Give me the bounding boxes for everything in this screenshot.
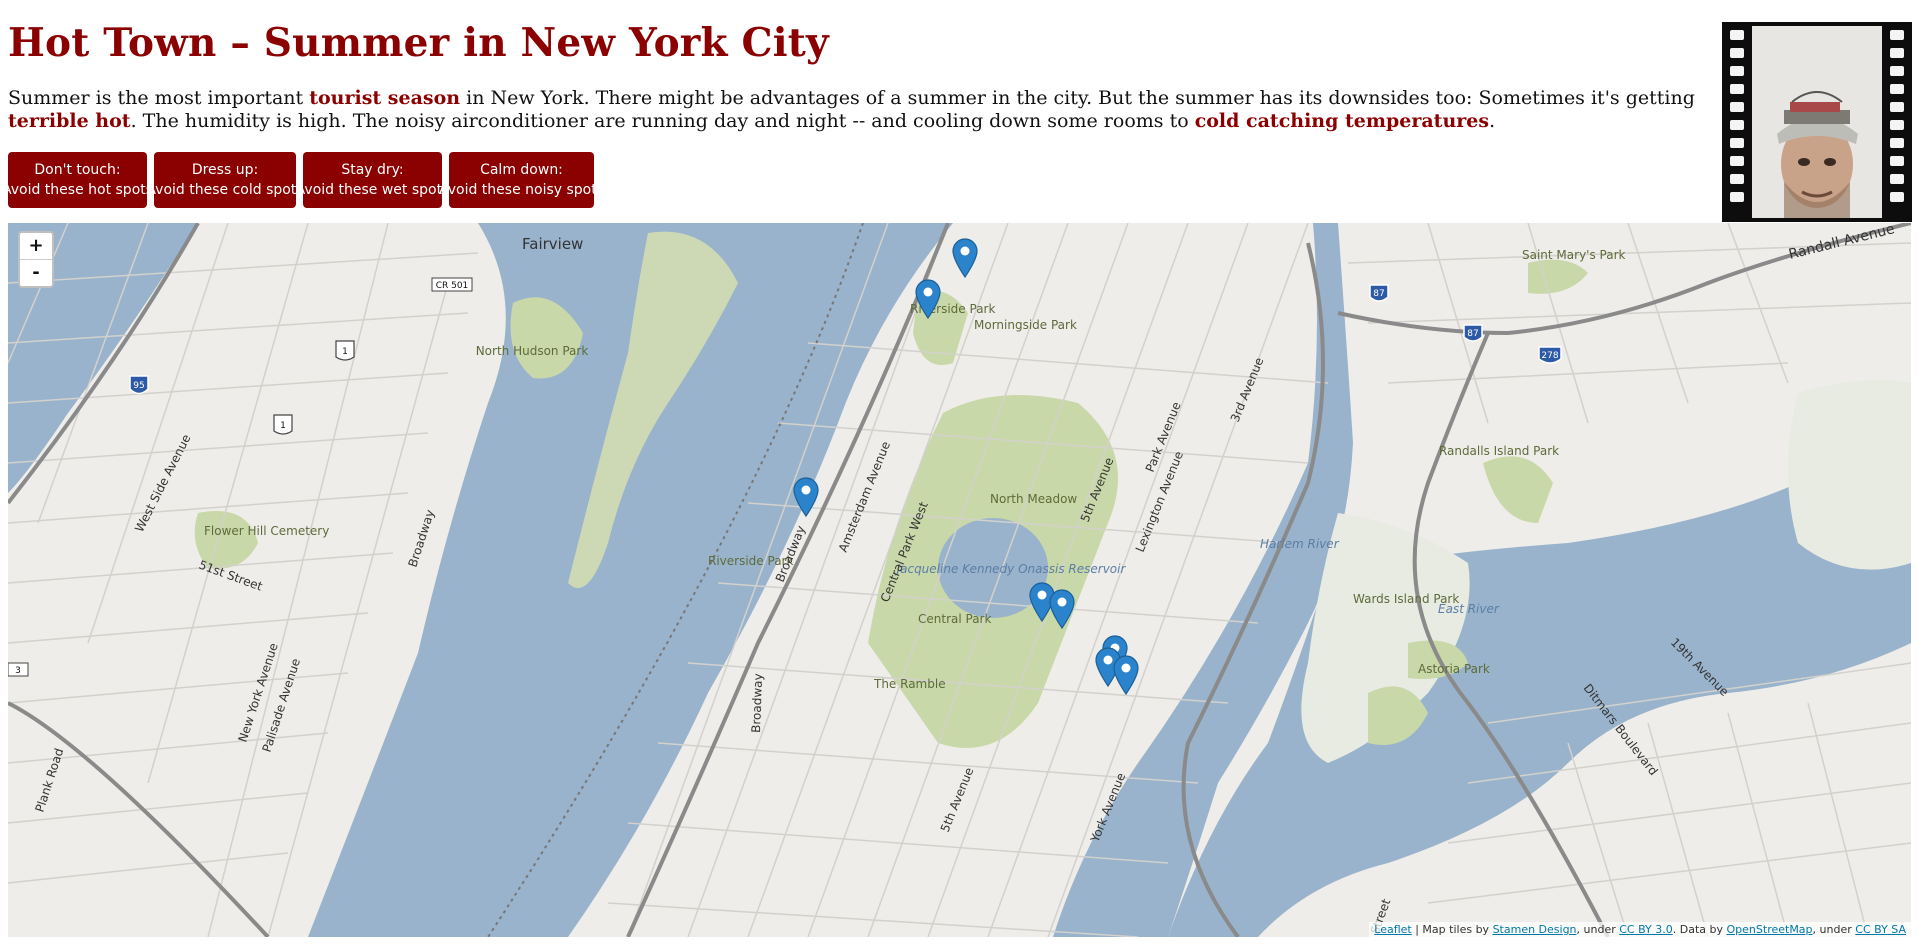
intro-text: in New York. There might be advantages o… [460, 87, 1695, 109]
zoom-in-button[interactable]: + [20, 233, 52, 259]
park-label-north-meadow: North Meadow [990, 492, 1077, 506]
button-caption: Avoid these cold spots [146, 182, 304, 198]
i95-shield-icon: 95 [129, 375, 149, 395]
button-heading: Dress up: [191, 162, 259, 178]
button-caption: Avoid these noisy spots [438, 182, 605, 198]
us1-label: 1 [342, 347, 348, 357]
i87-label: 87 [1467, 329, 1478, 339]
intro-text: . [1489, 110, 1496, 132]
map-marker-pin-icon[interactable] [793, 477, 819, 518]
city-map[interactable]: 95 1 1 CR 501 87 87 278 3 Fairview North… [8, 223, 1911, 937]
terrible-hot-link[interactable]: terrible hot [8, 110, 131, 132]
attribution-text: , under [1576, 923, 1620, 936]
i95-label: 95 [133, 381, 144, 391]
button-caption: Avoid these wet spots [295, 182, 450, 198]
attribution-text: , under [1812, 923, 1856, 936]
cold-spots-button[interactable]: Dress up: Avoid these cold spots [146, 152, 304, 208]
osm-link[interactable]: OpenStreetMap [1727, 923, 1813, 936]
place-label-fairview: Fairview [522, 235, 583, 253]
cold-temperatures-link[interactable]: cold catching temperatures [1195, 110, 1489, 132]
stamen-link[interactable]: Stamen Design [1493, 923, 1577, 936]
cc-by-sa-link[interactable]: CC BY SA [1855, 923, 1906, 936]
wet-spots-button[interactable]: Stay dry: Avoid these wet spots [296, 152, 449, 208]
intro-text: . The humidity is high. The noisy aircon… [130, 110, 1195, 132]
zoom-control: + - [18, 231, 54, 288]
water-label-harlem-river: Harlem River [1260, 537, 1340, 551]
intro-paragraph: Summer is the most important tourist sea… [8, 87, 1708, 133]
us1-shield-icon: 1 [273, 414, 293, 435]
map-marker-pin-icon[interactable] [952, 238, 978, 279]
cr501-label: CR 501 [436, 281, 469, 291]
button-caption: Avoid these hot spots [1, 182, 154, 198]
film-strip-photo [1722, 22, 1912, 222]
tourist-season-link[interactable]: tourist season [309, 87, 460, 109]
i278-label: 278 [1541, 351, 1558, 361]
route-3-label: 3 [15, 666, 21, 676]
park-label-the-ramble: The Ramble [873, 677, 946, 691]
intro-text: Summer is the most important [8, 87, 310, 109]
author-portrait [1722, 22, 1912, 222]
us1-shield-icon: 1 [335, 340, 355, 361]
park-label-morningside: Morningside Park [974, 318, 1077, 332]
filter-button-row: Don't touch: Avoid these hot spots Dress… [2, 152, 604, 208]
park-label-saint-marys: Saint Mary's Park [1522, 248, 1626, 262]
cr501-shield-icon: CR 501 [431, 277, 473, 292]
button-heading: Calm down: [480, 162, 563, 178]
cc-by-link[interactable]: CC BY 3.0 [1619, 923, 1673, 936]
leaflet-link[interactable]: Leaflet [1374, 923, 1411, 936]
page-title: Hot Town – Summer in New York City [8, 20, 829, 66]
button-heading: Stay dry: [341, 162, 404, 178]
park-label-randalls-island: Randalls Island Park [1439, 444, 1559, 458]
us1-label: 1 [280, 421, 286, 431]
attribution-text: . Data by [1672, 923, 1727, 936]
map-marker-pin-icon[interactable] [1113, 655, 1139, 696]
park-label-north-hudson: North Hudson Park [476, 344, 589, 358]
map-marker-pin-icon[interactable] [1049, 589, 1075, 630]
button-heading: Don't touch: [34, 162, 121, 178]
noisy-spots-button[interactable]: Calm down: Avoid these noisy spots [439, 152, 604, 208]
i87-label: 87 [1373, 289, 1384, 299]
street-label-broadway-south: Broadway [749, 673, 765, 733]
i87-shield-icon: 87 [1369, 284, 1389, 302]
map-tiles[interactable]: 95 1 1 CR 501 87 87 278 3 Fairview North… [8, 223, 1911, 937]
map-marker-pin-icon[interactable] [915, 279, 941, 320]
i87-shield-icon: 87 [1463, 324, 1483, 342]
park-label-flower-hill-cemetery: Flower Hill Cemetery [204, 524, 329, 538]
rikers-island [1788, 379, 1911, 570]
i278-shield-icon: 278 [1538, 346, 1562, 364]
route-3-shield-icon: 3 [8, 662, 29, 677]
map-attribution: Leaflet | Map tiles by Stamen Design, un… [1369, 922, 1911, 937]
park-label-wards-island: Wards Island Park [1353, 592, 1459, 606]
zoom-out-button[interactable]: - [20, 259, 52, 286]
hot-spots-button[interactable]: Don't touch: Avoid these hot spots [2, 152, 153, 208]
water-label-reservoir: Jacqueline Kennedy Onassis Reservoir [895, 562, 1127, 576]
attribution-text: | Map tiles by [1411, 923, 1493, 936]
park-label-astoria: Astoria Park [1418, 662, 1490, 676]
park-label-central-park: Central Park [918, 612, 991, 626]
